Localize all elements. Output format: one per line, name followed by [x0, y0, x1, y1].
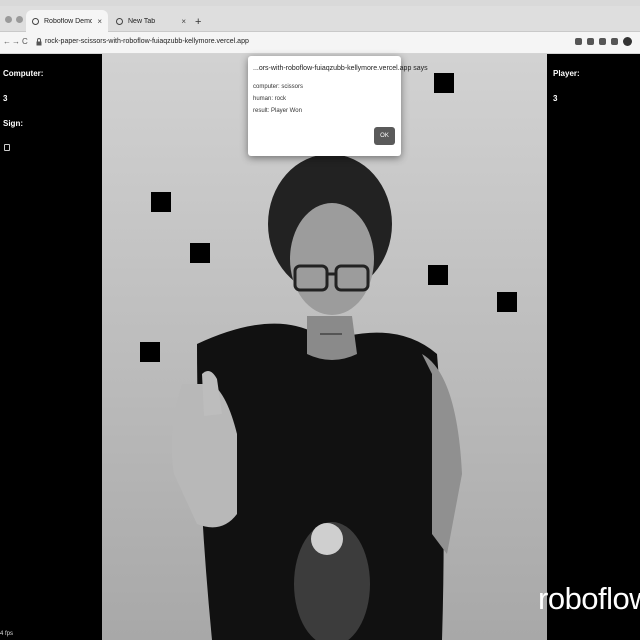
player-score: 3 [553, 94, 558, 103]
dialog-result-line: result: Player Won [253, 108, 302, 114]
tab-title: Roboflow Demo [44, 17, 93, 25]
puzzle-icon[interactable] [611, 38, 618, 45]
browser-tab-bar: Roboflow Demo × New Tab × + [0, 6, 640, 32]
dialog-computer-line: computer: scissors [253, 84, 304, 90]
extension-icon[interactable] [587, 38, 594, 45]
forward-icon[interactable]: → [12, 37, 20, 46]
redaction-box [497, 292, 517, 312]
roboflow-watermark: roboflow [538, 581, 640, 616]
alert-dialog: ...ors-with-roboflow-fuiaqzubb-kellymore… [248, 56, 428, 156]
extensions-area [575, 37, 632, 46]
url-field[interactable]: rock-paper-scissors-with-roboflow-fuiaqz… [45, 38, 249, 45]
tab-new-tab[interactable]: New Tab × [110, 10, 192, 32]
profile-avatar[interactable] [623, 37, 632, 46]
tab-roboflow-demo[interactable]: Roboflow Demo × [26, 10, 108, 32]
redaction-box [140, 342, 160, 362]
lock-icon [36, 38, 42, 46]
sign-label: Sign: [3, 119, 23, 128]
dialog-title: ...ors-with-roboflow-fuiaqzubb-kellymore… [253, 65, 428, 72]
roboflow-favicon-icon [32, 17, 39, 25]
close-icon[interactable]: × [181, 17, 186, 26]
redaction-box [590, 472, 610, 492]
chrome-favicon-icon [116, 17, 123, 25]
extension-icon[interactable] [575, 38, 582, 45]
extension-icon[interactable] [599, 38, 606, 45]
ok-button[interactable]: OK [374, 127, 395, 145]
new-tab-button[interactable]: + [195, 16, 201, 28]
back-icon[interactable]: ← [3, 37, 11, 46]
dialog-human-line: human: rock [253, 96, 287, 102]
computer-panel: Computer: 3 Sign: 4 fps [0, 54, 102, 640]
address-bar: ← → C rock-paper-scissors-with-roboflow-… [0, 32, 640, 54]
fps-counter: 4 fps [0, 631, 14, 637]
computer-label: Computer: [3, 69, 44, 78]
reload-icon[interactable]: C [22, 37, 28, 46]
redaction-box [190, 243, 210, 263]
player-label: Player: [553, 69, 580, 78]
player-panel: Player: 3 [547, 54, 640, 640]
redaction-box [151, 192, 171, 212]
redaction-box [434, 73, 454, 93]
tab-title: New Tab [128, 17, 156, 25]
computer-score: 3 [3, 94, 8, 103]
close-icon[interactable]: × [97, 17, 102, 26]
redaction-box [428, 265, 448, 285]
scissors-hand-icon [4, 144, 10, 151]
